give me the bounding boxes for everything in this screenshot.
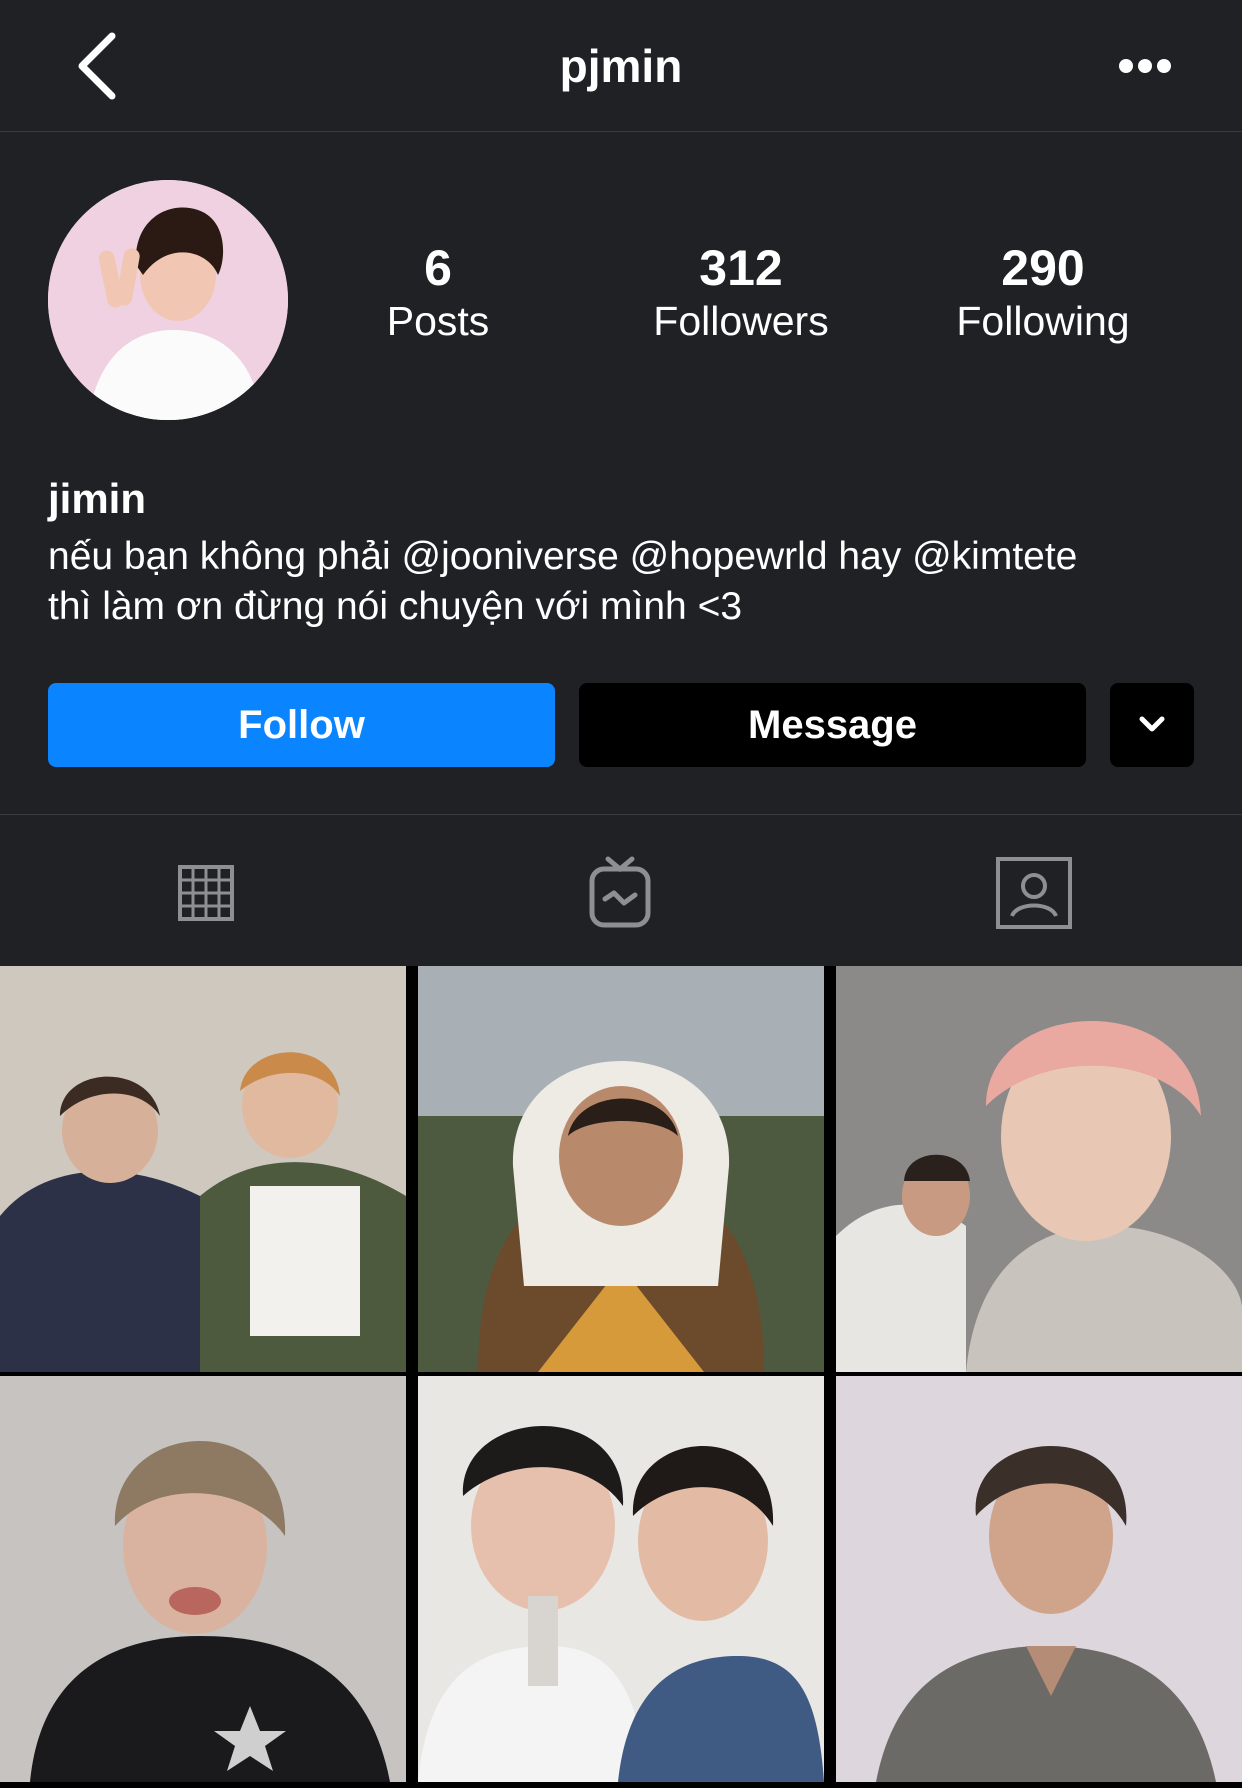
more-options-button[interactable] — [1100, 36, 1190, 96]
ellipsis-icon — [1119, 59, 1171, 73]
post-image — [418, 1376, 824, 1782]
stat-posts[interactable]: 6 Posts — [318, 240, 558, 346]
stat-following[interactable]: 290 Following — [923, 240, 1163, 346]
posts-count: 6 — [424, 240, 452, 296]
post-image — [418, 966, 824, 1372]
posts-grid — [0, 966, 1242, 1788]
top-bar: pjmin — [0, 0, 1242, 132]
chevron-down-icon — [1139, 716, 1165, 732]
follow-button[interactable]: Follow — [48, 683, 555, 767]
tab-igtv[interactable] — [565, 848, 675, 938]
posts-label: Posts — [386, 298, 490, 344]
display-name: jimin — [48, 475, 147, 522]
avatar-image — [48, 180, 288, 420]
post-thumbnail-1[interactable] — [0, 966, 406, 1372]
bio-line-2: thì làm ơn đừng nói chuyện với mình <3 — [48, 585, 743, 628]
following-count: 290 — [1001, 240, 1085, 296]
grid-icon — [178, 865, 234, 921]
post-image — [836, 1376, 1242, 1782]
followers-count: 312 — [699, 240, 783, 296]
post-thumbnail-6[interactable] — [836, 1376, 1242, 1782]
suggested-dropdown-button[interactable] — [1110, 683, 1194, 767]
post-thumbnail-2[interactable] — [418, 966, 824, 1372]
bio-line-1: nếu bạn không phải @jooniverse @hopewrld… — [48, 535, 1078, 578]
post-image — [836, 966, 1242, 1372]
followers-label: Followers — [653, 298, 829, 344]
message-button[interactable]: Message — [579, 683, 1086, 767]
section-divider — [0, 814, 1242, 815]
bio: nếu bạn không phải @jooniverse @hopewrld… — [48, 532, 1208, 632]
post-image — [0, 1376, 406, 1782]
post-thumbnail-5[interactable] — [418, 1376, 824, 1782]
stat-followers[interactable]: 312 Followers — [621, 240, 861, 346]
avatar[interactable] — [48, 180, 288, 420]
tab-tagged[interactable] — [979, 848, 1089, 938]
post-image — [0, 966, 406, 1372]
following-label: Following — [956, 298, 1130, 344]
post-thumbnail-4[interactable] — [0, 1376, 406, 1782]
tab-grid[interactable] — [151, 848, 261, 938]
igtv-icon — [589, 856, 651, 928]
page-title: pjmin — [559, 40, 683, 92]
post-thumbnail-3[interactable] — [836, 966, 1242, 1372]
tagged-user-icon — [996, 857, 1072, 929]
